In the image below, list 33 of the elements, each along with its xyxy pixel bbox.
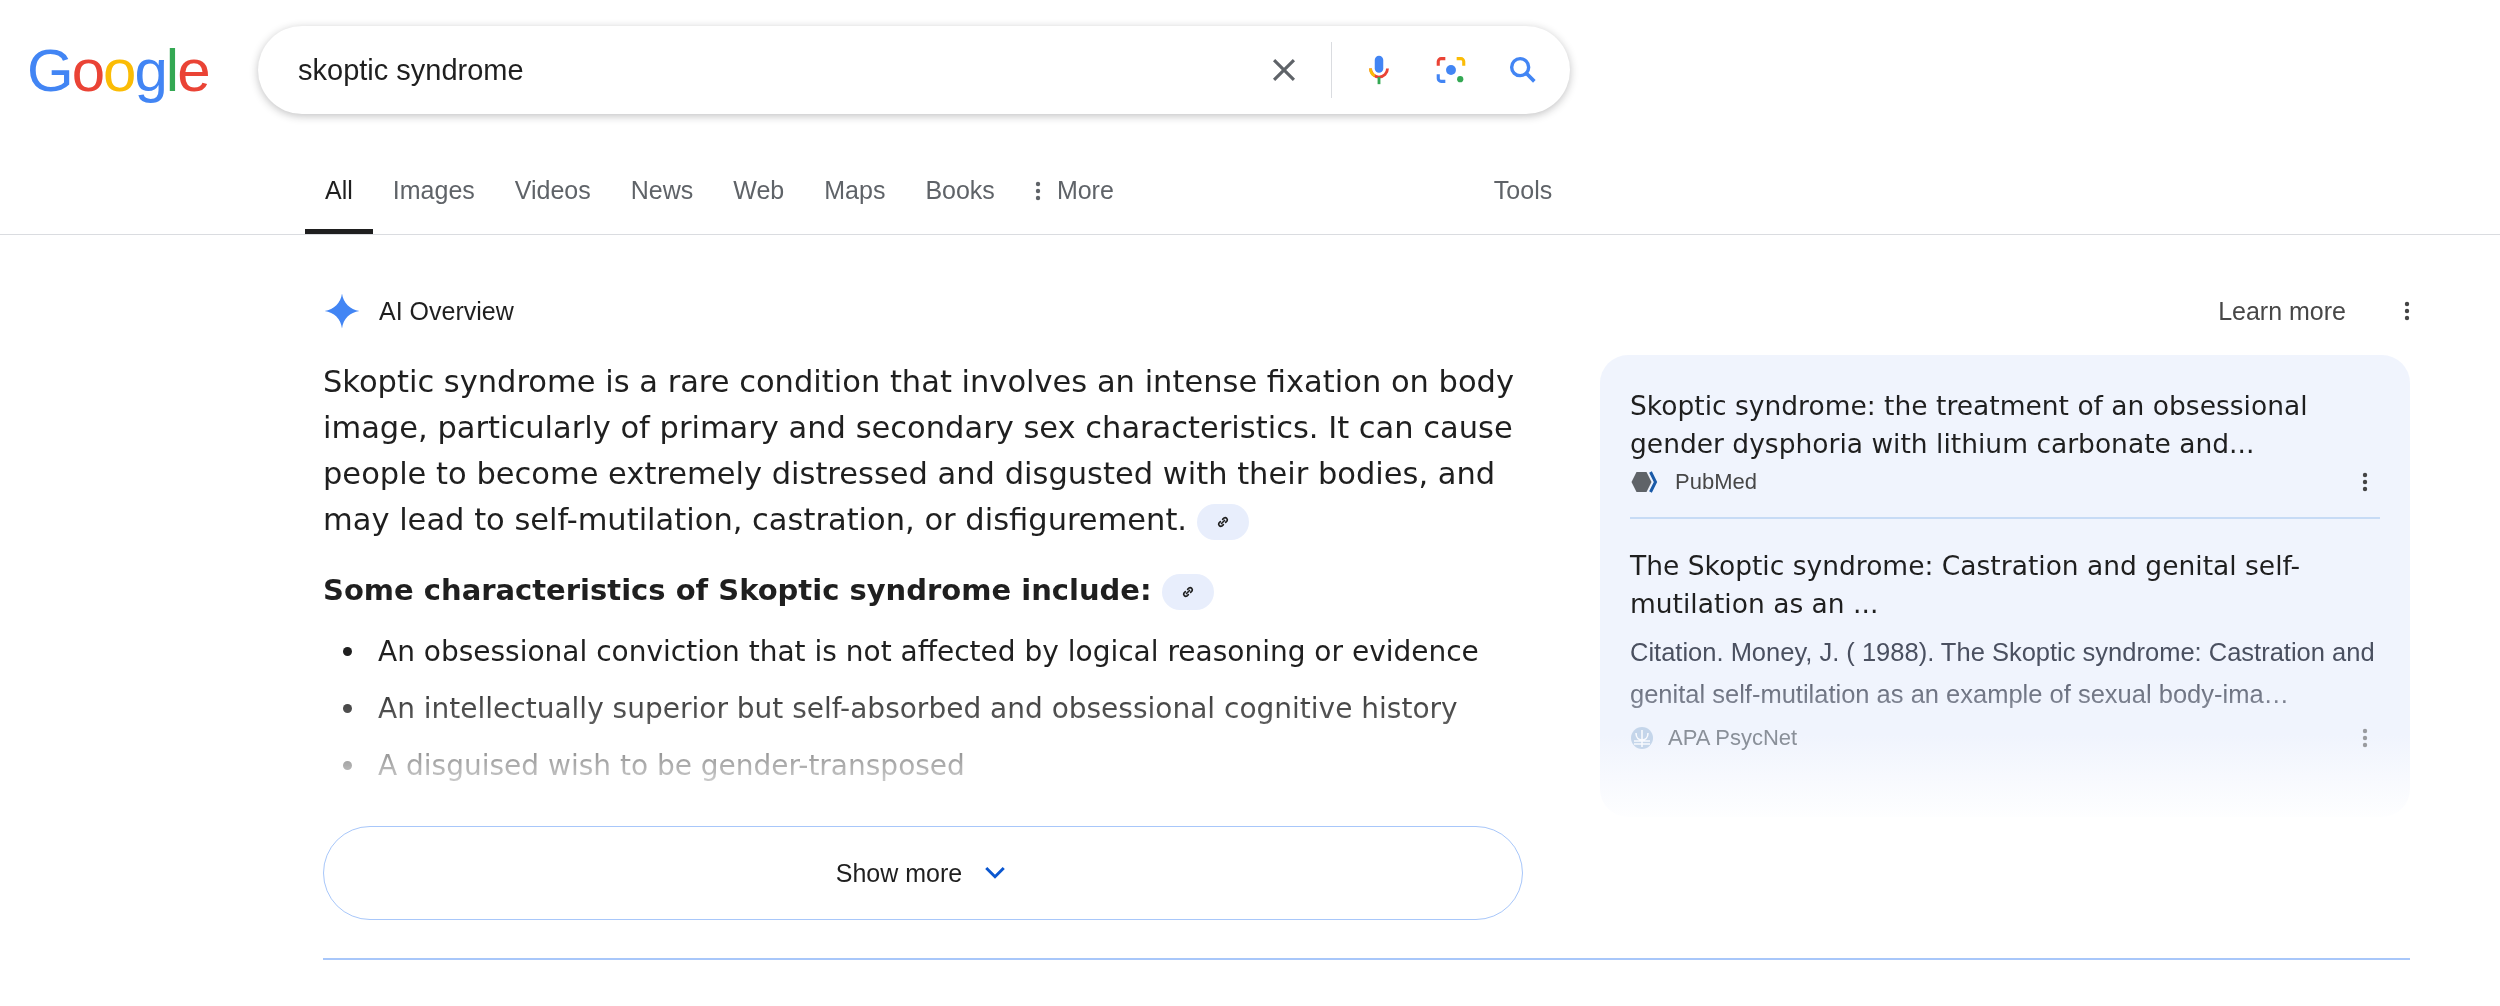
link-chip[interactable] xyxy=(1196,503,1249,540)
show-more-button[interactable]: Show more xyxy=(323,826,1523,920)
link-chip[interactable] xyxy=(1161,574,1214,610)
learn-more-link[interactable]: Learn more xyxy=(2218,296,2346,326)
list-item-text: An intellectually superior but self-absorbed and obsessional cognitive history xyxy=(378,692,1458,725)
source-site-name: PubMed xyxy=(1675,469,1757,495)
search-tab[interactable]: Videos xyxy=(494,152,611,234)
search-tab[interactable]: Images xyxy=(372,152,495,234)
section-heading: Some characteristics of Skoptic syndrome include: xyxy=(323,567,1523,613)
ai-overview-title: AI Overview xyxy=(379,296,514,326)
source-title-link[interactable]: The Skoptic syndrome: Castration and genital self-mutilation as an ... xyxy=(1630,547,2380,623)
search-tab[interactable]: Web xyxy=(713,152,805,234)
search-field[interactable]: skoptic syndrome xyxy=(298,53,1267,87)
more-options-icon[interactable] xyxy=(2362,472,2368,492)
bullet-dot xyxy=(343,704,352,713)
more-options-icon[interactable] xyxy=(2404,301,2410,321)
more-icon xyxy=(1034,180,1041,201)
search-tab[interactable]: More xyxy=(1014,152,1134,234)
source-snippet: Citation. Money, J. ( 1988). The Skoptic syndrome: Castration and genital self-mutilation as an example of sexual body-ima… xyxy=(1630,637,2376,710)
search-tab[interactable]: News xyxy=(610,152,714,234)
site-logo-icon xyxy=(1630,726,1654,750)
source-title-link[interactable]: Skoptic syndrome: the treatment of an obsessional gender dysphoria with lithium carbonate and... xyxy=(1630,387,2380,463)
bullet-dot xyxy=(343,647,352,656)
bullet-dot xyxy=(343,761,352,770)
list-item-text: A disguised wish to be gender-transposed xyxy=(378,749,965,782)
list-item-text: An obsessional conviction that is not affected by logical reasoning or evidence xyxy=(378,635,1479,668)
search-tab[interactable]: Maps xyxy=(804,152,906,234)
tools-tab[interactable]: Tools xyxy=(1473,152,1573,234)
google-logo[interactable]: Google xyxy=(0,41,258,101)
source-site-name: APA PsycNet xyxy=(1668,725,1798,751)
overview-paragraph: Skoptic syndrome is a rare condition that involves an intense fixation on body image, particularly of primary and secondary sex characteristics. It can cause people to become extremely distressed and disgusted with their bodies, and may lead to self-mutilation, castration, or disfigurement. xyxy=(323,359,1523,543)
search-tab[interactable]: Books xyxy=(905,152,1015,234)
sparkle-icon xyxy=(323,292,361,330)
